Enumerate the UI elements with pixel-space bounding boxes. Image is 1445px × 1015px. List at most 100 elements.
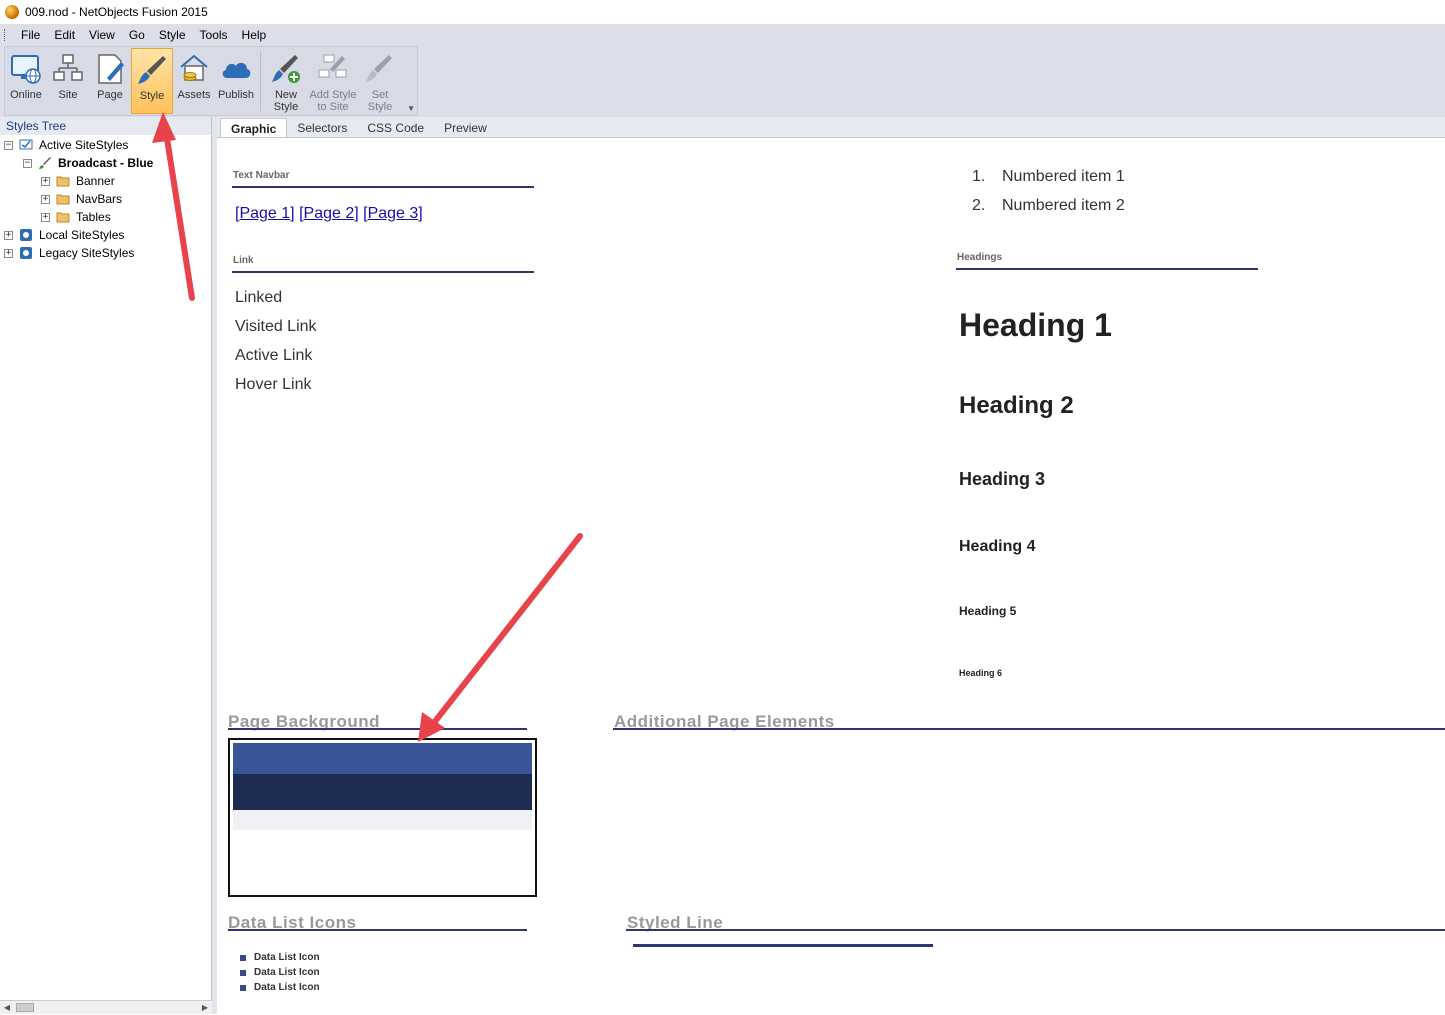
menu-bar: File Edit View Go Style Tools Help bbox=[0, 24, 274, 46]
disk-icon bbox=[20, 229, 32, 241]
collapse-icon[interactable]: − bbox=[23, 158, 32, 168]
new-style-button[interactable]: New Style bbox=[264, 48, 308, 114]
styled-line-sample[interactable] bbox=[633, 944, 933, 947]
style-brush-icon bbox=[39, 157, 51, 169]
set-style-label-2: Style bbox=[367, 101, 393, 113]
menu-go[interactable]: Go bbox=[123, 28, 153, 42]
expand-icon[interactable]: + bbox=[41, 212, 50, 222]
heading-6: Heading 6 bbox=[959, 668, 1003, 678]
house-coins-icon bbox=[180, 54, 208, 81]
text-navbar: [Page 1] [Page 2] [Page 3] bbox=[235, 205, 423, 222]
menu-grip[interactable] bbox=[4, 29, 7, 41]
tree-item-active-sitestyles[interactable]: − Active SiteStyles bbox=[4, 136, 128, 154]
tree-item-label: Broadcast - Blue bbox=[58, 156, 154, 170]
new-style-icon bbox=[272, 55, 300, 83]
folder-icon bbox=[56, 194, 70, 205]
menu-view[interactable]: View bbox=[83, 28, 123, 42]
tab-css-code[interactable]: CSS Code bbox=[357, 118, 434, 137]
menu-tools[interactable]: Tools bbox=[194, 28, 236, 42]
view-tabs: Graphic Selectors CSS Code Preview bbox=[217, 117, 1445, 137]
style-button[interactable]: Style bbox=[131, 48, 173, 114]
data-list-text: Data List Icon bbox=[254, 967, 320, 978]
data-list-bullet-icon bbox=[240, 984, 246, 991]
link-visited[interactable]: Visited Link bbox=[235, 318, 317, 336]
menu-help[interactable]: Help bbox=[236, 28, 275, 42]
heading-2: Heading 2 bbox=[959, 392, 1074, 419]
horizontal-scrollbar[interactable]: ◀ ▶ bbox=[0, 1000, 212, 1014]
section-divider bbox=[228, 728, 527, 730]
expand-icon[interactable]: + bbox=[41, 194, 50, 204]
expand-icon[interactable]: + bbox=[4, 230, 13, 240]
section-divider bbox=[626, 929, 1445, 931]
add-style-icon bbox=[318, 54, 347, 78]
scroll-right-icon[interactable]: ▶ bbox=[198, 1001, 212, 1015]
tree-item-navbars[interactable]: + NavBars bbox=[41, 190, 122, 208]
tree-item-label: Local SiteStyles bbox=[39, 228, 125, 242]
menu-style[interactable]: Style bbox=[153, 28, 194, 42]
data-list-text: Data List Icon bbox=[254, 982, 320, 993]
tree-item-banner[interactable]: + Banner bbox=[41, 172, 115, 190]
background-band-top bbox=[233, 743, 532, 774]
add-style-to-site-button[interactable]: Add Style to Site bbox=[308, 48, 358, 114]
heading-1: Heading 1 bbox=[959, 307, 1112, 343]
cloud-icon bbox=[222, 62, 251, 78]
ribbon-separator bbox=[260, 51, 261, 111]
heading-4: Heading 4 bbox=[959, 538, 1036, 555]
list-number: 2. bbox=[972, 197, 986, 214]
add-style-label-1: Add Style bbox=[309, 89, 357, 101]
link-section-label: Link bbox=[233, 255, 254, 266]
tree-item-legacy-sitestyles[interactable]: + Legacy SiteStyles bbox=[4, 244, 134, 262]
section-divider bbox=[956, 268, 1258, 270]
link-hover[interactable]: Hover Link bbox=[235, 376, 311, 394]
expand-icon[interactable]: + bbox=[41, 176, 50, 186]
link-active[interactable]: Active Link bbox=[235, 347, 312, 365]
menu-edit[interactable]: Edit bbox=[48, 28, 83, 42]
page-button[interactable]: Page bbox=[89, 48, 131, 114]
background-band-light bbox=[233, 810, 532, 830]
assets-button[interactable]: Assets bbox=[173, 48, 215, 114]
data-list-text: Data List Icon bbox=[254, 952, 320, 963]
tab-preview[interactable]: Preview bbox=[434, 118, 497, 137]
list-number: 1. bbox=[972, 168, 986, 185]
tab-graphic[interactable]: Graphic bbox=[220, 118, 288, 137]
tab-selectors[interactable]: Selectors bbox=[287, 118, 357, 137]
assets-label: Assets bbox=[177, 89, 211, 101]
scroll-left-icon[interactable]: ◀ bbox=[0, 1001, 14, 1015]
tree-item-label: Legacy SiteStyles bbox=[39, 246, 135, 260]
section-divider bbox=[613, 728, 1445, 730]
new-style-label-1: New bbox=[274, 89, 297, 101]
collapse-icon[interactable]: − bbox=[4, 140, 13, 150]
monitor-globe-icon bbox=[11, 55, 41, 84]
navbar-link-page-3[interactable]: Page 3 bbox=[368, 205, 419, 222]
tree-item-tables[interactable]: + Tables bbox=[41, 208, 111, 226]
tree-item-label: Banner bbox=[76, 174, 115, 188]
navbar-link-page-2[interactable]: Page 2 bbox=[304, 205, 355, 222]
styles-tree-header: Styles Tree bbox=[0, 117, 211, 135]
set-style-button[interactable]: Set Style bbox=[358, 48, 402, 114]
tree-item-local-sitestyles[interactable]: + Local SiteStyles bbox=[4, 226, 124, 244]
menu-file[interactable]: File bbox=[15, 28, 48, 42]
set-style-icon bbox=[366, 55, 392, 82]
tree-item-broadcast-blue[interactable]: − Broadcast - Blue bbox=[23, 154, 154, 172]
ribbon-overflow-icon[interactable]: ▼ bbox=[407, 104, 415, 113]
heading-5: Heading 5 bbox=[959, 604, 1017, 618]
new-style-label-2: Style bbox=[273, 101, 299, 113]
scroll-thumb[interactable] bbox=[16, 1003, 34, 1012]
online-button[interactable]: Online bbox=[5, 48, 47, 114]
page-background-preview[interactable] bbox=[228, 738, 537, 897]
app-icon bbox=[5, 5, 19, 19]
publish-button[interactable]: Publish bbox=[215, 48, 257, 114]
heading-3: Heading 3 bbox=[959, 469, 1046, 489]
list-item: 1. Numbered item 1 bbox=[972, 168, 1125, 197]
site-button[interactable]: Site bbox=[47, 48, 89, 114]
link-linked[interactable]: Linked bbox=[235, 289, 282, 307]
section-divider bbox=[232, 271, 534, 273]
tree-item-label: Tables bbox=[76, 210, 111, 224]
paintbrush-icon bbox=[138, 56, 166, 84]
sitestyle-check-icon bbox=[19, 139, 33, 150]
navbar-link-page-1[interactable]: Page 1 bbox=[239, 205, 290, 222]
set-style-label-1: Set bbox=[371, 89, 389, 101]
expand-icon[interactable]: + bbox=[4, 248, 13, 258]
page-pencil-icon bbox=[98, 54, 124, 84]
publish-label: Publish bbox=[217, 89, 255, 101]
